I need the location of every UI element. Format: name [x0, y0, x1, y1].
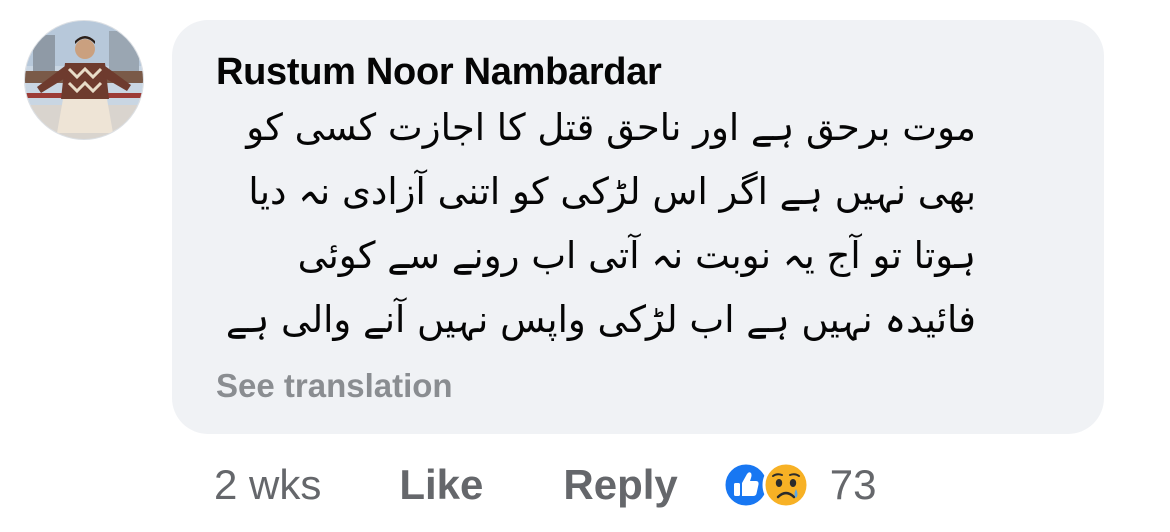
see-translation-link[interactable]: See translation	[216, 367, 453, 405]
comment-text-line: ہوتا تو آج یہ نوبت نہ آتی اب رونے سے کوئ…	[297, 234, 976, 277]
comment-text: موت برحق ہے اور ناحق قتل کا اجازت کسی کو…	[216, 96, 976, 352]
reaction-summary[interactable]: 73	[722, 461, 877, 509]
profile-photo	[25, 21, 143, 139]
comment-text-line: موت برحق ہے اور ناحق قتل کا اجازت کسی کو	[246, 106, 976, 149]
comment-actions: 2 wks Like Reply 73	[214, 460, 877, 510]
reply-button[interactable]: Reply	[563, 461, 677, 509]
comment-timestamp[interactable]: 2 wks	[214, 461, 321, 509]
comment-bubble: Rustum Noor Nambardar موت برحق ہے اور نا…	[172, 20, 1104, 434]
comment-author-name[interactable]: Rustum Noor Nambardar	[216, 51, 662, 94]
avatar[interactable]	[24, 20, 144, 140]
comment-text-line: بھی نہیں ہے اگر اس لڑکی کو اتنی آزادی نہ…	[248, 170, 976, 213]
like-button[interactable]: Like	[399, 461, 483, 509]
sad-reaction-icon	[762, 461, 810, 509]
comment-text-line: فائیدہ نہیں ہے اب لڑکی واپس نہیں آنے وال…	[225, 298, 976, 341]
reaction-count: 73	[829, 461, 877, 508]
